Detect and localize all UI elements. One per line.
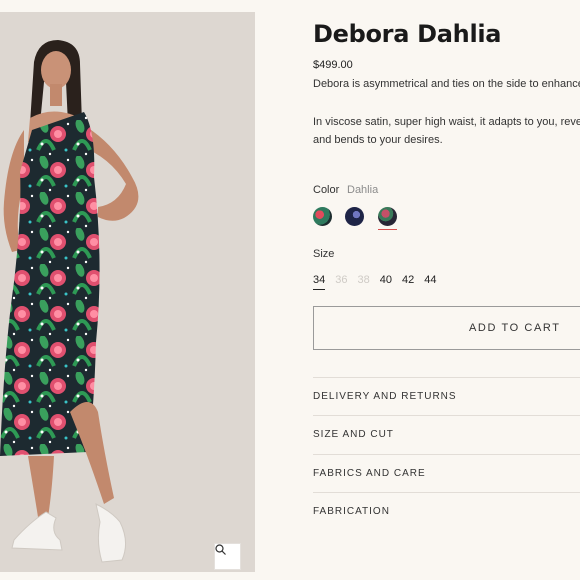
size-option-34[interactable]: 34	[313, 274, 326, 290]
color-selected-value: Dahlia	[347, 184, 379, 196]
zoom-button[interactable]	[214, 543, 241, 570]
product-description-3: and bends to your desires.	[313, 134, 443, 146]
product-description-2: In viscose satin, super high waist, it a…	[313, 116, 580, 128]
color-swatch-2[interactable]	[345, 207, 364, 226]
size-options: 34 36 38 40 42 44	[313, 274, 447, 290]
size-option-40[interactable]: 40	[380, 274, 392, 286]
product-image[interactable]	[0, 12, 255, 572]
product-title: Debora Dahlia	[313, 20, 502, 48]
size-option-42[interactable]: 42	[402, 274, 414, 286]
color-swatch-3-dahlia[interactable]	[378, 207, 397, 226]
product-info: Debora Dahlia $499.00 Debora is asymmetr…	[313, 0, 580, 580]
size-option-44[interactable]: 44	[424, 274, 436, 286]
size-option-38: 38	[357, 274, 370, 286]
color-label: Color	[313, 184, 340, 196]
accordion-size-and-cut[interactable]: SIZE AND CUT	[313, 415, 580, 453]
zoom-icon	[215, 544, 226, 555]
product-price: $499.00	[313, 59, 353, 71]
accordion-fabrics-and-care[interactable]: FABRICS AND CARE	[313, 454, 580, 492]
selected-swatch-indicator	[378, 229, 397, 230]
accordion-delivery-and-returns[interactable]: DELIVERY AND RETURNS	[313, 377, 580, 415]
product-description-1: Debora is asymmetrical and ties on the s…	[313, 78, 580, 90]
accordion-fabrication[interactable]: FABRICATION	[313, 492, 580, 530]
size-label: Size	[313, 248, 335, 260]
size-option-36: 36	[335, 274, 348, 286]
add-to-cart-button[interactable]: ADD TO CART	[313, 306, 580, 350]
model-illustration	[0, 40, 139, 563]
color-swatch-1[interactable]	[313, 207, 332, 226]
